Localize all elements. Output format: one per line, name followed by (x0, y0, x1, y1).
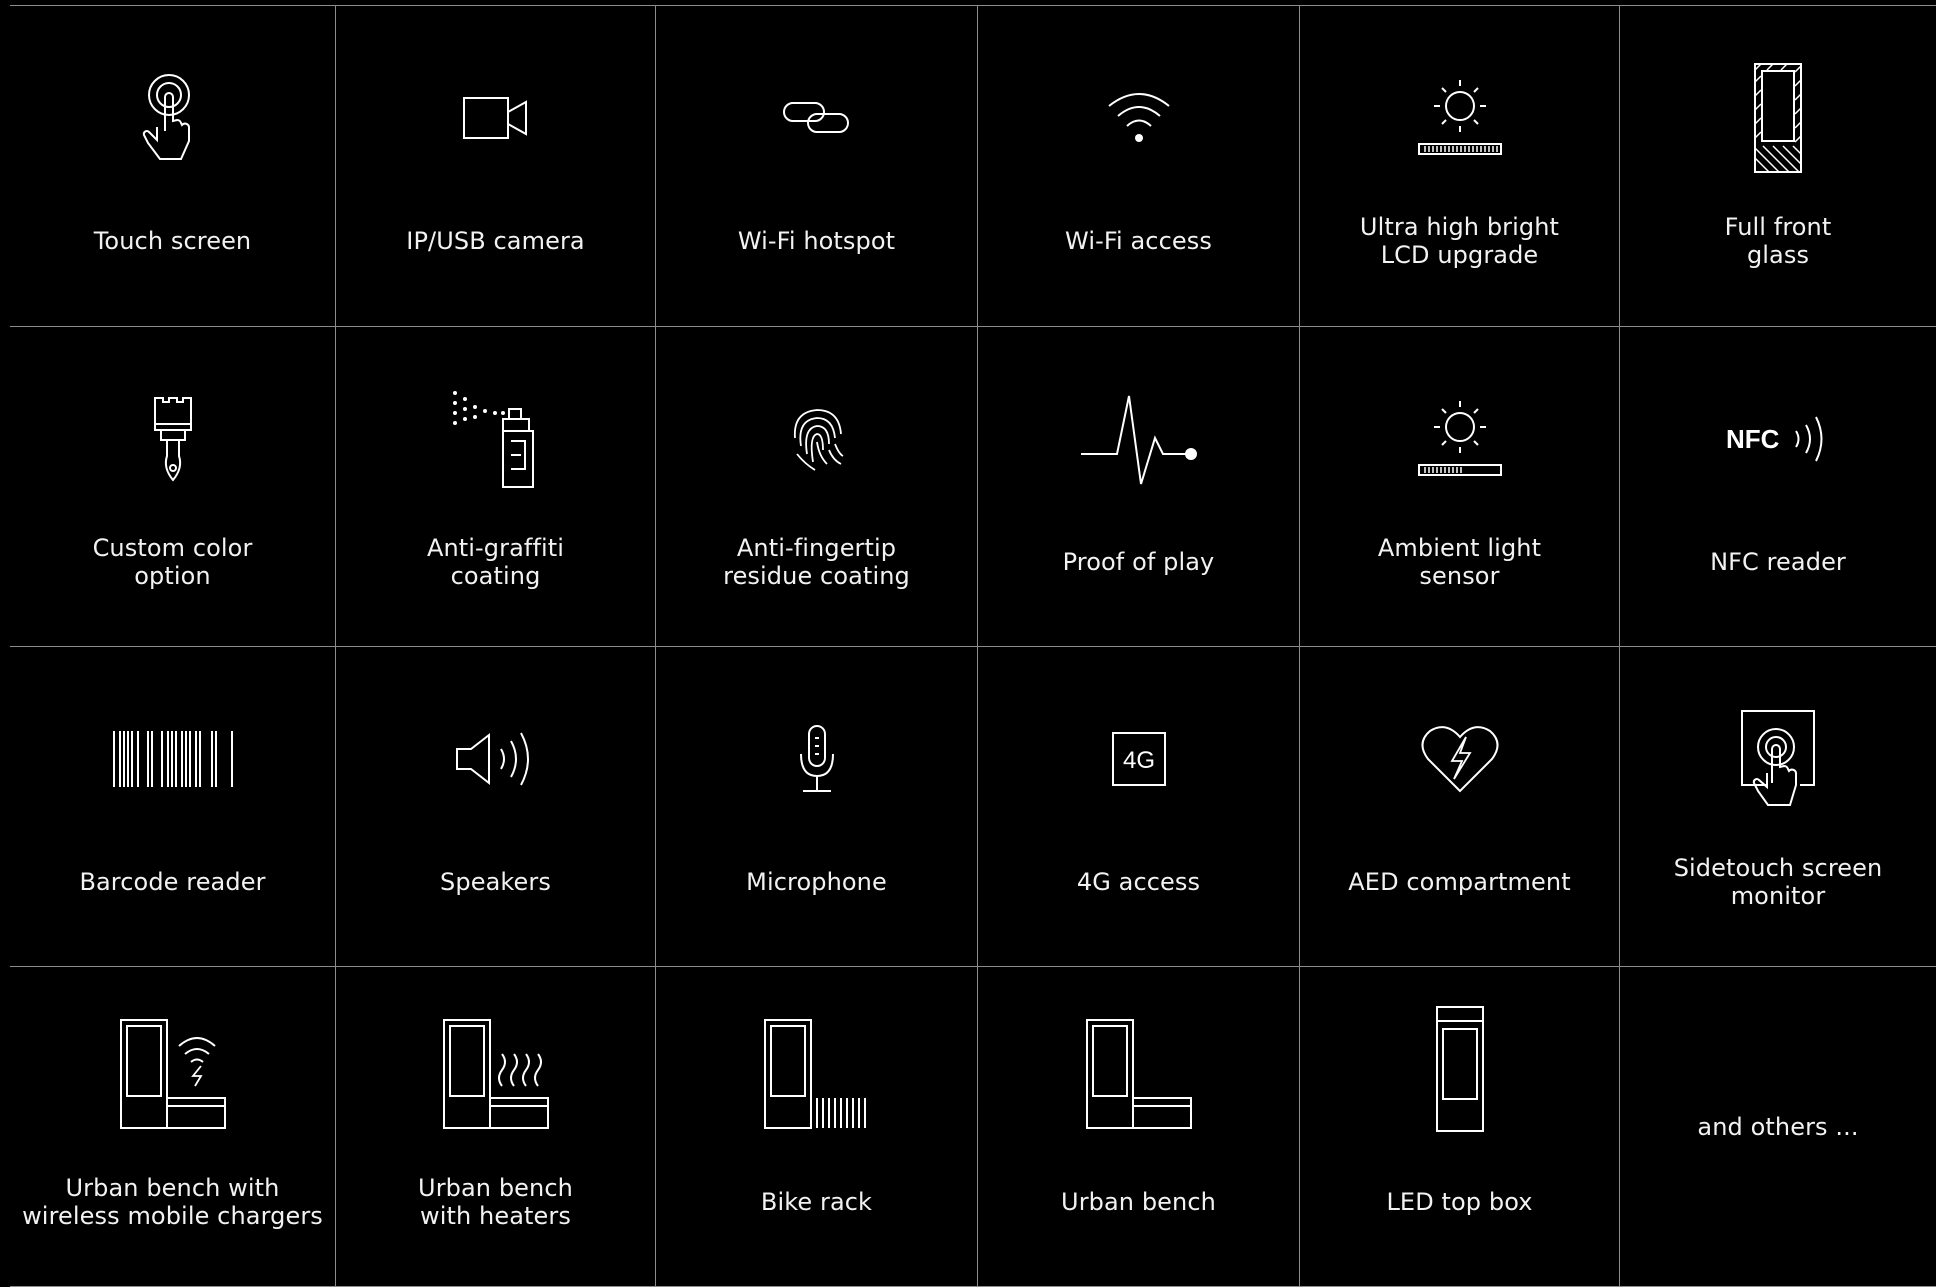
feature-nfc-reader: NFC NFC reader (1619, 327, 1936, 647)
camera-icon (462, 94, 530, 142)
feature-label: and others ... (1697, 1113, 1859, 1141)
4g-icon-text: 4G (1122, 747, 1154, 774)
feature-touch-screen: Touch screen (10, 6, 335, 327)
feature-label: Touch screen (93, 227, 252, 255)
feature-label: 4G access (1076, 868, 1201, 896)
feature-wifi-access: Wi-Fi access (977, 6, 1299, 327)
feature-label: Urban bench with heaters (418, 1174, 573, 1230)
ambient-sun-icon (1417, 399, 1503, 479)
feature-label: Ambient light sensor (1377, 534, 1542, 590)
front-glass-icon (1753, 62, 1803, 174)
feature-label: Speakers (440, 868, 551, 896)
bench-wireless-icon (119, 1018, 227, 1130)
feature-bike-rack: Bike rack (655, 967, 977, 1287)
4g-icon: 4G (1111, 731, 1167, 787)
nfc-icon-text: NFC (1726, 424, 1780, 454)
barcode-icon (112, 729, 234, 789)
feature-label: AED compartment (1348, 868, 1571, 896)
feature-label: Proof of play (1062, 548, 1215, 576)
feature-label: IP/USB camera (406, 227, 585, 255)
feature-4g-access: 4G 4G access (977, 647, 1299, 967)
feature-label: Full front glass (1724, 213, 1832, 269)
feature-label: Bike rack (760, 1188, 873, 1216)
feature-and-others: and others ... (1619, 967, 1936, 1287)
feature-label: Custom color option (92, 534, 253, 590)
feature-ambient-light: Ambient light sensor (1299, 327, 1619, 647)
feature-ultra-bright: Ultra high bright LCD upgrade (1299, 6, 1619, 327)
feature-label: Wi-Fi hotspot (737, 227, 896, 255)
feature-camera: IP/USB camera (335, 6, 655, 327)
feature-barcode-reader: Barcode reader (10, 647, 335, 967)
nfc-icon: NFC (1726, 411, 1830, 467)
feature-label: Barcode reader (79, 868, 266, 896)
fingerprint-icon (789, 404, 845, 474)
feature-bench-wireless: Urban bench with wireless mobile charger… (10, 967, 335, 1287)
wifi-icon (1106, 90, 1172, 146)
feature-label: Sidetouch screen monitor (1673, 854, 1883, 910)
urban-bench-icon (1085, 1018, 1193, 1130)
paint-brush-icon (151, 394, 195, 484)
feature-anti-fingertip: Anti-fingertip residue coating (655, 327, 977, 647)
feature-label: Anti-fingertip residue coating (723, 534, 910, 590)
feature-led-top-box: LED top box (1299, 967, 1619, 1287)
feature-label: Urban bench (1061, 1188, 1216, 1216)
sidetouch-icon (1738, 709, 1818, 809)
feature-microphone: Microphone (655, 647, 977, 967)
feature-label: Microphone (746, 868, 887, 896)
feature-sidetouch-screen: Sidetouch screen monitor (1619, 647, 1936, 967)
feature-label: Ultra high bright LCD upgrade (1359, 213, 1560, 269)
feature-proof-of-play: Proof of play (977, 327, 1299, 647)
bench-heater-icon (442, 1018, 550, 1130)
feature-label: Urban bench with wireless mobile charger… (22, 1174, 323, 1230)
led-top-box-icon (1435, 1005, 1485, 1133)
feature-aed-compartment: AED compartment (1299, 647, 1619, 967)
feature-label: Wi-Fi access (1065, 227, 1212, 255)
feature-anti-graffiti: Anti-graffiti coating (335, 327, 655, 647)
microphone-icon (797, 724, 837, 794)
touch-screen-icon (138, 73, 208, 163)
sun-lcd-icon (1417, 78, 1503, 158)
feature-urban-bench: Urban bench (977, 967, 1299, 1287)
bike-rack-icon (763, 1018, 871, 1130)
feature-full-front-glass: Full front glass (1619, 6, 1936, 327)
pulse-icon (1079, 392, 1199, 486)
feature-speakers: Speakers (335, 647, 655, 967)
aed-heart-icon (1420, 723, 1500, 795)
feature-wifi-hotspot: Wi-Fi hotspot (655, 6, 977, 327)
feature-bench-heaters: Urban bench with heaters (335, 967, 655, 1287)
feature-label: Anti-graffiti coating (426, 534, 565, 590)
feature-custom-color: Custom color option (10, 327, 335, 647)
speaker-icon (455, 731, 537, 787)
feature-label: LED top box (1386, 1188, 1533, 1216)
feature-label: NFC reader (1710, 548, 1846, 576)
link-icon (782, 100, 852, 136)
spray-can-icon (451, 389, 541, 489)
features-grid: Touch screen IP/USB camera Wi-Fi hotspot (10, 5, 1936, 1287)
